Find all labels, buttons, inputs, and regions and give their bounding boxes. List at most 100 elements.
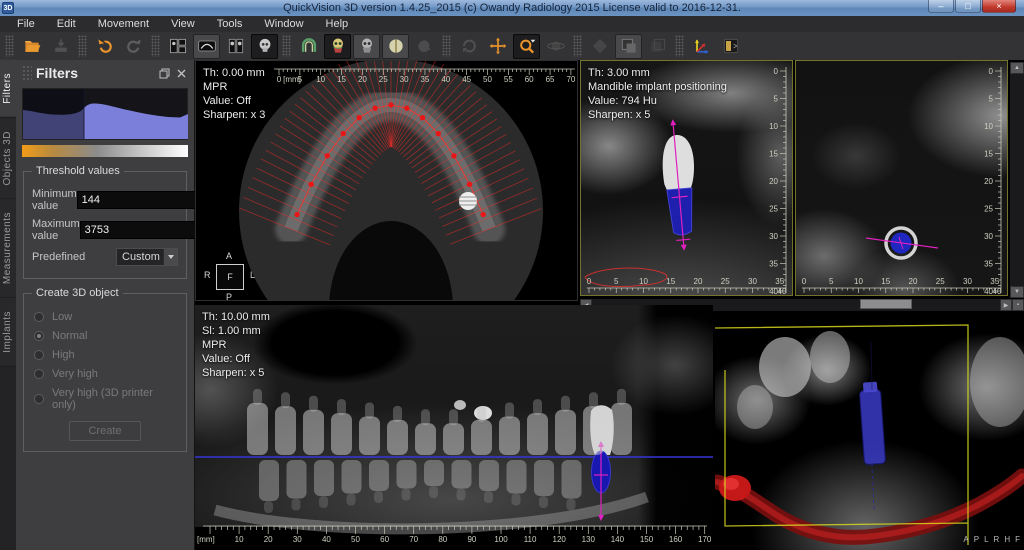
dental-arch-button[interactable] bbox=[295, 34, 322, 59]
title-bar: 3D QuickVision 3D version 1.4.25_2015 (c… bbox=[0, 0, 1024, 16]
orientation-letter: F bbox=[1015, 535, 1020, 544]
toolbar-group-separator bbox=[151, 35, 160, 57]
sidebar-tab-implants[interactable]: Implants bbox=[0, 298, 16, 367]
menu-tools[interactable]: Tools bbox=[206, 17, 254, 31]
redo-button[interactable] bbox=[120, 34, 147, 59]
axial-viewport[interactable]: 0510152025303540455055606570[mm] Th: 0.0… bbox=[195, 60, 578, 301]
clip-box-button[interactable] bbox=[615, 34, 642, 59]
skull-profile-button[interactable] bbox=[411, 34, 438, 59]
cross-section-overlay: 05101520253035400510152025303540 bbox=[796, 61, 1007, 295]
svg-text:25: 25 bbox=[379, 75, 388, 84]
menu-edit[interactable]: Edit bbox=[46, 17, 87, 31]
svg-text:140: 140 bbox=[611, 535, 625, 544]
toolbar-group-separator bbox=[78, 35, 87, 57]
svg-text:110: 110 bbox=[524, 535, 537, 544]
scroll-thumb[interactable] bbox=[860, 299, 912, 309]
svg-text:0: 0 bbox=[989, 67, 994, 76]
info-line: Sharpen: x 5 bbox=[588, 108, 727, 122]
implant-graphic[interactable] bbox=[658, 118, 701, 252]
scroll-up-icon[interactable]: ▲ bbox=[1010, 62, 1024, 74]
svg-text:0: 0 bbox=[277, 75, 282, 84]
layout-mpr-icon bbox=[168, 36, 188, 56]
float-panel-icon[interactable] bbox=[158, 67, 171, 80]
info-line: MPR bbox=[203, 80, 265, 94]
svg-text:20: 20 bbox=[264, 535, 273, 544]
layout-mpr-button[interactable] bbox=[164, 34, 191, 59]
menu-help[interactable]: Help bbox=[315, 17, 360, 31]
histogram[interactable] bbox=[22, 88, 188, 140]
volume-3d-color-button[interactable] bbox=[324, 34, 351, 59]
undo-icon bbox=[95, 36, 115, 56]
orientation-letter: P bbox=[974, 535, 979, 544]
quality-radio-low[interactable]: Low bbox=[34, 311, 176, 323]
svg-text:40: 40 bbox=[322, 535, 331, 544]
scroll-right-icon[interactable]: ▶ bbox=[1000, 299, 1012, 311]
zoom-button[interactable] bbox=[513, 34, 540, 59]
report-panel-icon bbox=[721, 36, 741, 56]
sidebar-tab-measurements[interactable]: Measurements bbox=[0, 199, 16, 298]
implant-3d[interactable] bbox=[859, 381, 886, 464]
info-line: Value: Off bbox=[203, 94, 265, 108]
minimize-button[interactable]: – bbox=[928, 0, 954, 13]
groupbox-title: Create 3D object bbox=[32, 287, 123, 299]
create3d-groupbox: Create 3D object LowNormalHighVery highV… bbox=[23, 293, 187, 452]
dropdown-arrow-icon[interactable] bbox=[163, 249, 177, 265]
layout-panoramic-button[interactable] bbox=[193, 34, 220, 59]
svg-text:55: 55 bbox=[504, 75, 513, 84]
quality-radio-high[interactable]: High bbox=[34, 349, 176, 361]
undo-button[interactable] bbox=[91, 34, 118, 59]
redo-icon bbox=[124, 36, 144, 56]
radio-label: Low bbox=[52, 311, 72, 323]
close-button[interactable]: × bbox=[982, 0, 1016, 13]
menu-file[interactable]: File bbox=[6, 17, 46, 31]
quality-radio-very-high-3d-printer-only-[interactable]: Very high (3D printer only) bbox=[34, 387, 176, 411]
quality-radio-very-high[interactable]: Very high bbox=[34, 368, 176, 380]
svg-text:5: 5 bbox=[989, 95, 994, 104]
quality-radio-normal[interactable]: Normal bbox=[34, 330, 176, 342]
orientation-letters: APLRHF bbox=[963, 535, 1020, 544]
axes-3d-button[interactable] bbox=[688, 34, 715, 59]
scroll-track[interactable] bbox=[1010, 74, 1024, 286]
rotate-icon bbox=[459, 36, 479, 56]
svg-text:5: 5 bbox=[774, 95, 779, 104]
report-panel-button[interactable] bbox=[717, 34, 744, 59]
slice-scrollbar-vertical[interactable]: ▲ ▼ bbox=[1010, 62, 1024, 298]
create-button[interactable]: Create bbox=[69, 421, 141, 441]
radio-icon bbox=[34, 350, 44, 360]
sidebar-tab-objects-3d[interactable]: Objects 3D bbox=[0, 118, 16, 199]
clip-sphere-button[interactable] bbox=[382, 34, 409, 59]
import-image-button[interactable] bbox=[47, 34, 74, 59]
svg-text:160: 160 bbox=[669, 535, 683, 544]
rotate-button[interactable] bbox=[455, 34, 482, 59]
clip-plane-button[interactable] bbox=[586, 34, 613, 59]
orbit-3d-icon bbox=[546, 36, 566, 56]
implant-site-marker[interactable] bbox=[459, 192, 477, 210]
menu-movement[interactable]: Movement bbox=[87, 17, 160, 31]
volume-3d-gray-button[interactable] bbox=[353, 34, 380, 59]
cross-section-viewport[interactable]: 05101520253035400510152025303540 Th: 3.0… bbox=[580, 60, 793, 296]
panoramic-viewport[interactable]: 1020304050607080901001101201301401501601… bbox=[195, 305, 713, 545]
clip-slab-button[interactable] bbox=[644, 34, 671, 59]
panel-drag-grip[interactable] bbox=[22, 65, 32, 81]
nerve-contour bbox=[585, 268, 667, 286]
pan-button[interactable] bbox=[484, 34, 511, 59]
svg-text:50: 50 bbox=[483, 75, 492, 84]
scroll-down-icon[interactable]: ▼ bbox=[1010, 286, 1024, 298]
predefined-dropdown[interactable]: Custom bbox=[116, 248, 178, 266]
sidebar-tab-filters[interactable]: Filters bbox=[0, 60, 16, 118]
scroll-corner-button[interactable]: ▪ bbox=[1012, 299, 1024, 311]
layout-ceph-button[interactable] bbox=[251, 34, 278, 59]
open-project-button[interactable] bbox=[18, 34, 45, 59]
maximize-button[interactable]: □ bbox=[955, 0, 981, 13]
cross-section-viewport-2[interactable]: 05101520253035400510152025303540 bbox=[795, 60, 1008, 296]
info-line: Sharpen: x 5 bbox=[202, 366, 270, 380]
orbit-3d-button[interactable] bbox=[542, 34, 569, 59]
render3d-viewport[interactable]: APLRHF bbox=[715, 312, 1024, 550]
toolbar-group-separator bbox=[573, 35, 582, 57]
svg-text:50: 50 bbox=[351, 535, 360, 544]
menu-view[interactable]: View bbox=[160, 17, 206, 31]
orientation-cube[interactable]: F bbox=[216, 264, 244, 290]
layout-dual-slice-button[interactable] bbox=[222, 34, 249, 59]
close-panel-icon[interactable] bbox=[175, 67, 188, 80]
menu-window[interactable]: Window bbox=[253, 17, 314, 31]
